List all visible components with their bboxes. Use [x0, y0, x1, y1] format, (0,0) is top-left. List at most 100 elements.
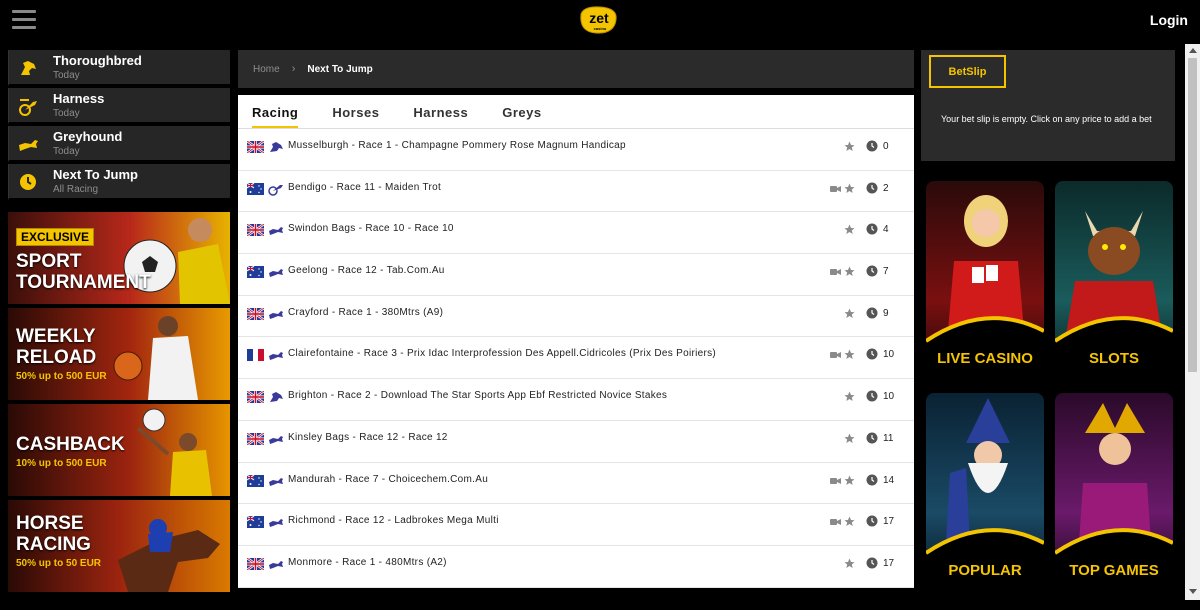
minutes-to-jump: 14: [883, 474, 895, 486]
favourite-star-icon[interactable]: [844, 349, 855, 360]
clock-icon: [866, 265, 878, 277]
minutes-to-jump: 0: [883, 141, 889, 152]
favourite-star-icon[interactable]: [844, 475, 855, 486]
exclusive-badge: EXCLUSIVE: [16, 228, 95, 246]
sidebar-item-sub: Today: [53, 146, 80, 157]
video-camera-icon[interactable]: [830, 268, 841, 276]
race-row[interactable]: Swindon Bags - Race 10 - Race 10 4: [238, 212, 914, 255]
greyhound-icon: [19, 140, 38, 151]
australia-flag-icon: [247, 474, 264, 487]
category-popular[interactable]: POPULAR: [926, 393, 1044, 593]
scroll-up-arrow-icon[interactable]: [1189, 48, 1197, 53]
promo-title: RACING: [16, 534, 91, 555]
category-label: LIVE CASINO: [937, 350, 1033, 367]
clock-icon: [866, 307, 878, 319]
australia-flag-icon: [247, 182, 264, 195]
greyhound-racing-icon: [269, 477, 283, 486]
harness-icon: [19, 99, 37, 116]
zet-casino-logo[interactable]: zet casino: [578, 4, 620, 36]
race-name[interactable]: Richmond - Race 12 - Ladbrokes Mega Mult…: [288, 515, 499, 526]
breadcrumb-current: Next To Jump: [307, 63, 373, 75]
race-name[interactable]: Musselburgh - Race 1 - Champagne Pommery…: [288, 140, 626, 151]
uk-flag-icon: [247, 557, 264, 570]
race-name[interactable]: Bendigo - Race 11 - Maiden Trot: [288, 182, 441, 193]
race-name[interactable]: Brighton - Race 2 - Download The Star Sp…: [288, 390, 667, 401]
sidebar-item-greyhound[interactable]: Greyhound Today: [8, 126, 230, 162]
video-camera-icon[interactable]: [830, 518, 841, 526]
betslip-button[interactable]: BetSlip: [929, 55, 1006, 88]
race-row[interactable]: Bendigo - Race 11 - Maiden Trot 2: [238, 170, 914, 213]
race-name[interactable]: Clairefontaine - Race 3 - Prix Idac Inte…: [288, 348, 716, 359]
clock-icon: [866, 390, 878, 402]
greyhound-racing-icon: [269, 310, 283, 319]
favourite-star-icon[interactable]: [844, 308, 855, 319]
horse-head-icon: [21, 61, 36, 75]
race-name[interactable]: Crayford - Race 1 - 380Mtrs (A9): [288, 307, 443, 318]
race-row[interactable]: Mandurah - Race 7 - Choicechem.Com.Au 14: [238, 462, 914, 505]
favourite-star-icon[interactable]: [844, 266, 855, 277]
promo-cashback[interactable]: CASHBACK 10% up to 500 EUR: [8, 404, 230, 496]
breadcrumb: Home › Next To Jump: [238, 50, 914, 88]
greyhound-racing-icon: [269, 352, 283, 361]
sidebar-item-harness[interactable]: Harness Today: [8, 88, 230, 124]
video-camera-icon[interactable]: [830, 185, 841, 193]
category-slots[interactable]: SLOTS: [1055, 181, 1173, 381]
race-row[interactable]: Richmond - Race 12 - Ladbrokes Mega Mult…: [238, 504, 914, 546]
video-camera-icon[interactable]: [830, 351, 841, 359]
page-scrollbar[interactable]: [1185, 44, 1200, 600]
sidebar-item-thoroughbred[interactable]: Thoroughbred Today: [8, 50, 230, 86]
favourite-star-icon[interactable]: [844, 183, 855, 194]
breadcrumb-home-link[interactable]: Home: [253, 64, 280, 75]
category-label: POPULAR: [948, 562, 1022, 579]
race-name[interactable]: Monmore - Race 1 - 480Mtrs (A2): [288, 557, 447, 568]
clock-icon: [20, 174, 36, 190]
race-row[interactable]: Kinsley Bags - Race 12 - Race 12 11: [238, 420, 914, 463]
race-row[interactable]: Clairefontaine - Race 3 - Prix Idac Inte…: [238, 337, 914, 380]
favourite-star-icon[interactable]: [844, 516, 855, 527]
scroll-thumb[interactable]: [1188, 58, 1197, 372]
favourite-star-icon[interactable]: [844, 433, 855, 444]
menu-icon[interactable]: [12, 10, 36, 30]
race-name[interactable]: Geelong - Race 12 - Tab.Com.Au: [288, 265, 445, 276]
race-row[interactable]: Brighton - Race 2 - Download The Star Sp…: [238, 379, 914, 421]
main-content: Home › Next To Jump Racing Horses Harnes…: [238, 50, 914, 610]
promo-title: SPORT: [16, 251, 82, 272]
login-button[interactable]: Login: [1150, 12, 1188, 28]
favourite-star-icon[interactable]: [844, 224, 855, 235]
race-name[interactable]: Mandurah - Race 7 - Choicechem.Com.Au: [288, 474, 488, 485]
race-name[interactable]: Kinsley Bags - Race 12 - Race 12: [288, 432, 448, 443]
race-row[interactable]: Monmore - Race 1 - 480Mtrs (A2) 17: [238, 545, 914, 588]
race-row[interactable]: Musselburgh - Race 1 - Champagne Pommery…: [238, 129, 914, 171]
race-name[interactable]: Swindon Bags - Race 10 - Race 10: [288, 223, 454, 234]
favourite-star-icon[interactable]: [844, 141, 855, 152]
promo-sport-tournament[interactable]: EXCLUSIVE SPORT TOURNAMENT: [8, 212, 230, 304]
minutes-to-jump: 10: [883, 391, 895, 403]
clock-icon: [866, 348, 878, 360]
race-row[interactable]: Crayford - Race 1 - 380Mtrs (A9) 9: [238, 295, 914, 338]
left-sidebar: Thoroughbred Today Harness Today Greyhou…: [8, 50, 230, 592]
clock-icon: [866, 474, 878, 485]
tab-horses[interactable]: Horses: [332, 105, 379, 128]
tab-racing[interactable]: Racing: [252, 105, 299, 128]
race-list: Musselburgh - Race 1 - Champagne Pommery…: [238, 129, 914, 588]
race-row[interactable]: Geelong - Race 12 - Tab.Com.Au 7: [238, 254, 914, 296]
promo-horse-racing[interactable]: HORSE RACING 50% up to 50 EUR: [8, 500, 230, 592]
promo-title: WEEKLY: [16, 326, 96, 347]
favourite-star-icon[interactable]: [844, 558, 855, 569]
category-live-casino[interactable]: LIVE CASINO: [926, 181, 1044, 381]
minutes-to-jump: 7: [883, 266, 889, 278]
promo-weekly-reload[interactable]: WEEKLY RELOAD 50% up to 500 EUR: [8, 308, 230, 400]
tab-harness[interactable]: Harness: [413, 105, 468, 128]
favourite-star-icon[interactable]: [844, 391, 855, 402]
sidebar-item-next-to-jump[interactable]: Next To Jump All Racing: [8, 164, 230, 200]
top-bar: zet casino Login: [0, 0, 1200, 44]
promo-subtitle: 10% up to 500 EUR: [16, 458, 107, 469]
sidebar-item-title: Harness: [53, 91, 105, 106]
tab-greys[interactable]: Greys: [502, 105, 541, 128]
sidebar-item-sub: All Racing: [53, 184, 99, 195]
category-top-games[interactable]: TOP GAMES: [1055, 393, 1173, 593]
logo-text: zet: [589, 10, 609, 26]
clock-icon: [866, 182, 878, 194]
video-camera-icon[interactable]: [830, 477, 841, 485]
scroll-down-arrow-icon[interactable]: [1189, 589, 1197, 594]
